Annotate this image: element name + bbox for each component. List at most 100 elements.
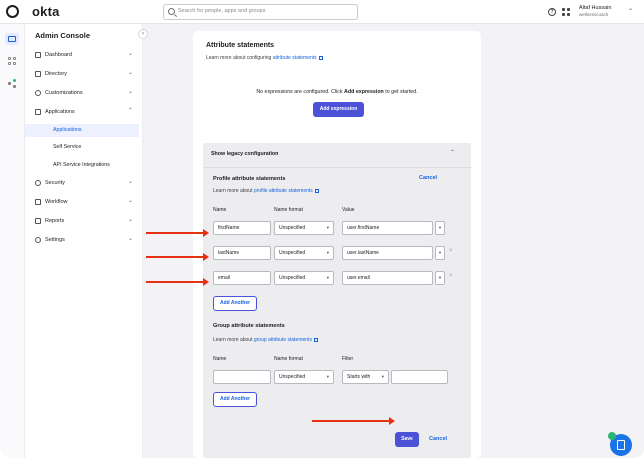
group-attribute-statements-link[interactable]: group attribute statements	[254, 337, 312, 343]
col-name-header: Name	[213, 356, 227, 362]
attr-name-input[interactable]: email	[213, 271, 271, 285]
group-section-title: Group attribute statements	[213, 323, 285, 329]
user-menu-chevron-icon[interactable]: ⌄	[628, 5, 633, 12]
chevron-down-icon: ▾	[326, 374, 329, 379]
sidebar-collapse-button[interactable]: ‹	[138, 29, 148, 39]
learn-more-prefix: Learn more about	[213, 337, 254, 343]
sidebar-item-directory[interactable]: Directory ⌄	[25, 68, 143, 81]
chevron-down-icon: ▾	[326, 225, 329, 230]
floating-assistant-button[interactable]	[608, 432, 632, 456]
okta-logo-icon	[6, 5, 19, 18]
group-attr-name-input[interactable]	[213, 370, 271, 384]
sidebar-subitem-self-service[interactable]: Self Service	[25, 141, 139, 154]
legacy-toggle[interactable]: Show legacy configuration	[211, 151, 278, 157]
profile-add-another-button[interactable]: Add Another	[213, 296, 257, 311]
sidebar-item-label: Workflow	[45, 199, 68, 205]
sidebar-item-workflow[interactable]: Workflow ⌄	[25, 196, 143, 209]
field-value: lastName	[218, 250, 240, 256]
field-value: user.lastName	[347, 250, 379, 256]
name-format-select[interactable]: Unspecified ▾	[274, 246, 334, 260]
field-value: Unspecified	[279, 275, 306, 281]
col-name-header: Name	[213, 207, 227, 213]
field-value: firstName	[218, 225, 240, 231]
cancel-button[interactable]: Cancel	[429, 436, 447, 442]
add-expression-button[interactable]: Add expression	[313, 102, 364, 117]
group-learn-more: Learn more about group attribute stateme…	[213, 337, 318, 343]
field-value: user.firstName	[347, 225, 380, 231]
learn-more-prefix: Learn more about configuring	[206, 55, 273, 61]
field-value: user.email	[347, 275, 370, 281]
chevron-down-icon: ▾	[381, 374, 384, 379]
user-org: wellnesscoach	[579, 12, 609, 17]
brand-logo[interactable]: okta	[32, 4, 60, 19]
remove-row-icon[interactable]: ×	[449, 273, 453, 279]
attr-name-input[interactable]: lastName	[213, 246, 271, 260]
chevron-down-icon: ⌄	[128, 179, 134, 185]
apps-grid-icon[interactable]	[562, 8, 570, 16]
value-expression-dropdown[interactable]: ▾	[435, 246, 445, 260]
help-icon[interactable]: ?	[548, 8, 556, 16]
divider	[203, 167, 471, 168]
rail-workflow-button[interactable]	[5, 77, 19, 89]
sidebar-item-label: Reports	[45, 218, 65, 224]
workflow-icon	[35, 199, 41, 205]
chevron-up-icon: ⌃	[128, 108, 134, 114]
attr-value-input[interactable]: user.lastName	[342, 246, 433, 260]
sidebar-item-label: Directory	[45, 71, 68, 77]
rail-apps-button[interactable]	[5, 56, 19, 68]
user-name[interactable]: Altaf Hussain	[579, 5, 611, 11]
sidebar-item-customizations[interactable]: Customizations ⌄	[25, 87, 143, 100]
sidebar-item-settings[interactable]: Settings ⌄	[25, 234, 143, 247]
empty-suffix: to get started.	[383, 89, 418, 95]
chevron-down-icon: ⌄	[128, 236, 134, 242]
value-expression-dropdown[interactable]: ▾	[435, 271, 445, 285]
admin-console-icon	[8, 36, 16, 42]
name-format-select[interactable]: Unspecified ▾	[274, 271, 334, 285]
chat-icon	[617, 440, 625, 450]
sidebar-subitem-applications[interactable]: Applications	[25, 124, 139, 137]
sidebar: Admin Console Dashboard ⌄ Directory ⌄ Cu…	[25, 24, 143, 458]
chevron-up-icon[interactable]: ⌃	[450, 149, 455, 156]
profile-cancel-link[interactable]: Cancel	[419, 175, 437, 181]
sidebar-item-label: Dashboard	[45, 52, 72, 58]
chevron-down-icon: ⌄	[128, 70, 134, 76]
group-name-format-select[interactable]: Unspecified ▾	[274, 370, 334, 384]
profile-attribute-statements-link[interactable]: profile attribute statements	[254, 188, 313, 194]
remove-row-icon[interactable]: ×	[449, 248, 453, 254]
search-input[interactable]: Search for people, apps and groups	[163, 4, 358, 20]
group-filter-value-input[interactable]	[391, 370, 448, 384]
attribute-statements-link[interactable]: attribute statements	[273, 55, 317, 61]
profile-learn-more: Learn more about profile attribute state…	[213, 188, 319, 194]
profile-section-title: Profile attribute statements	[213, 176, 286, 182]
value-expression-dropdown[interactable]: ▾	[435, 221, 445, 235]
rail-admin-button[interactable]	[5, 33, 19, 45]
sidebar-subitem-api-service-integrations[interactable]: API Service Integrations	[25, 159, 139, 172]
group-filter-type-select[interactable]: Starts with ▾	[342, 370, 389, 384]
console-title: Admin Console	[35, 31, 91, 40]
external-link-icon	[313, 337, 318, 342]
notification-badge	[608, 432, 616, 440]
sidebar-subitem-label: API Service Integrations	[53, 162, 110, 168]
attr-value-input[interactable]: user.firstName	[342, 221, 433, 235]
attr-name-input[interactable]: firstName	[213, 221, 271, 235]
name-format-select[interactable]: Unspecified ▾	[274, 221, 334, 235]
col-filter-header: Filter	[342, 356, 354, 362]
directory-icon	[35, 71, 41, 77]
reports-icon	[35, 218, 41, 224]
col-format-header: Name format	[274, 356, 303, 362]
top-bar: okta Search for people, apps and groups …	[0, 0, 644, 24]
annotation-arrow	[312, 417, 395, 425]
sidebar-item-label: Customizations	[45, 90, 83, 96]
group-add-another-button[interactable]: Add Another	[213, 392, 257, 407]
gear-icon	[35, 237, 41, 243]
sidebar-item-dashboard[interactable]: Dashboard ⌄	[25, 49, 143, 62]
section-title: Attribute statements	[206, 42, 275, 49]
sidebar-item-applications[interactable]: Applications ⌃	[25, 106, 143, 119]
main-content: Attribute statements Learn more about co…	[143, 24, 644, 458]
save-button[interactable]: Save	[395, 432, 419, 447]
sidebar-item-reports[interactable]: Reports ⌄	[25, 215, 143, 228]
attr-value-input[interactable]: user.email	[342, 271, 433, 285]
empty-bold: Add expression	[344, 89, 384, 95]
sidebar-item-security[interactable]: Security ⌄	[25, 177, 143, 190]
external-link-icon	[318, 55, 323, 60]
